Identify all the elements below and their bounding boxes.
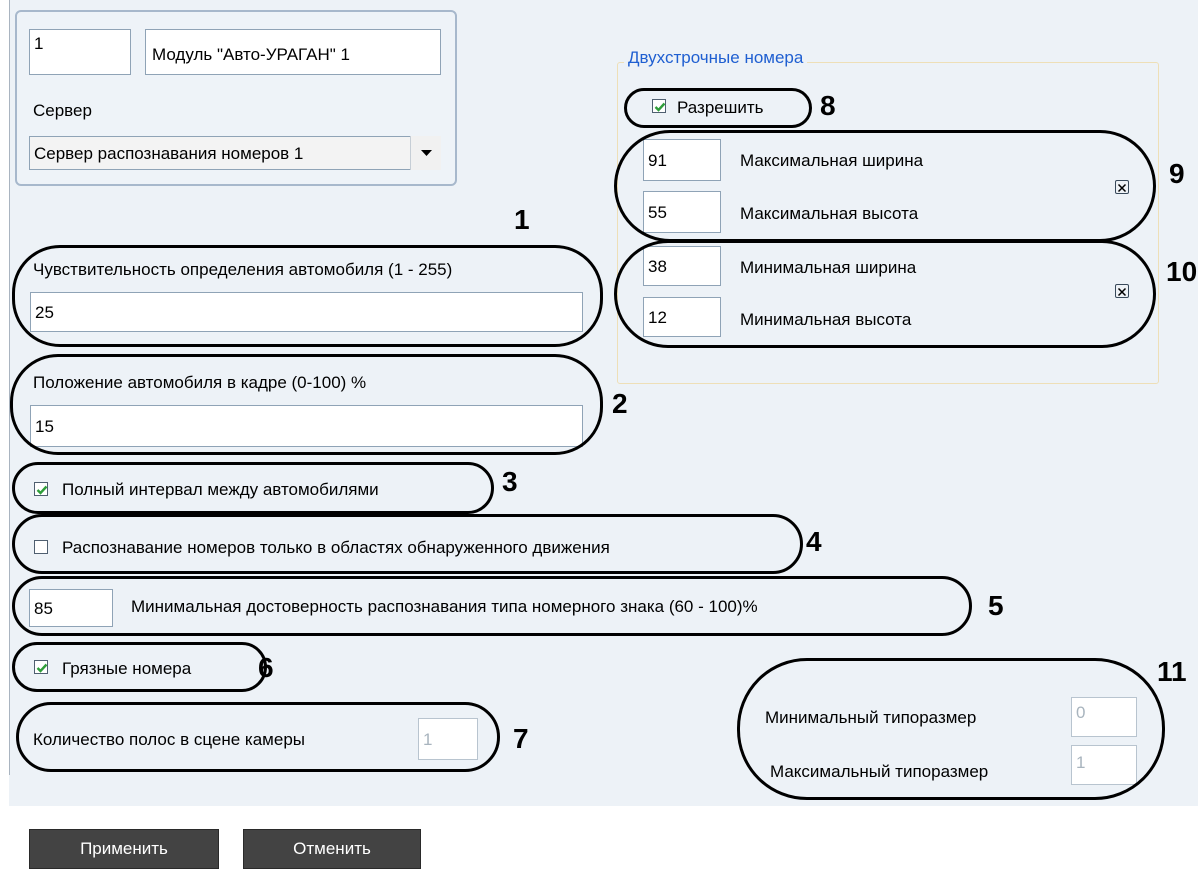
callout-number-2: 2 — [612, 388, 628, 419]
module-name-input[interactable]: Модуль "Авто-УРАГАН" 1 — [145, 29, 441, 75]
callout-number-10: 10 — [1166, 256, 1198, 287]
callout-oval-5 — [12, 576, 972, 636]
callout-oval-3 — [12, 462, 494, 514]
module-id-input[interactable]: 1 — [29, 29, 131, 75]
callout-oval-6 — [12, 642, 267, 692]
chevron-down-icon[interactable] — [410, 136, 441, 170]
two-line-title: Двухстрочные номера — [624, 49, 808, 66]
callout-number-4: 4 — [806, 526, 822, 557]
server-select[interactable]: Сервер распознавания номеров 1 — [29, 136, 441, 170]
callout-number-8: 8 — [820, 90, 836, 121]
callout-number-3: 3 — [502, 466, 518, 497]
callout-oval-2 — [10, 354, 603, 455]
cancel-button[interactable]: Отменить — [243, 829, 421, 869]
callout-number-9: 9 — [1169, 158, 1185, 189]
callout-number-5: 5 — [988, 590, 1004, 621]
panel-left-border — [9, 0, 10, 775]
callout-oval-9 — [614, 130, 1156, 242]
apply-button[interactable]: Применить — [29, 829, 219, 869]
callout-oval-8 — [624, 88, 812, 128]
callout-number-7: 7 — [513, 723, 529, 754]
server-label: Сервер — [33, 101, 92, 120]
callout-oval-4 — [12, 514, 803, 574]
callout-oval-1 — [12, 245, 603, 347]
callout-oval-10 — [614, 240, 1156, 348]
callout-number-11: 11 — [1157, 656, 1187, 687]
callout-oval-11 — [737, 658, 1165, 800]
callout-number-1: 1 — [514, 204, 530, 235]
callout-number-6: 6 — [258, 652, 274, 683]
callout-oval-7 — [16, 702, 500, 772]
